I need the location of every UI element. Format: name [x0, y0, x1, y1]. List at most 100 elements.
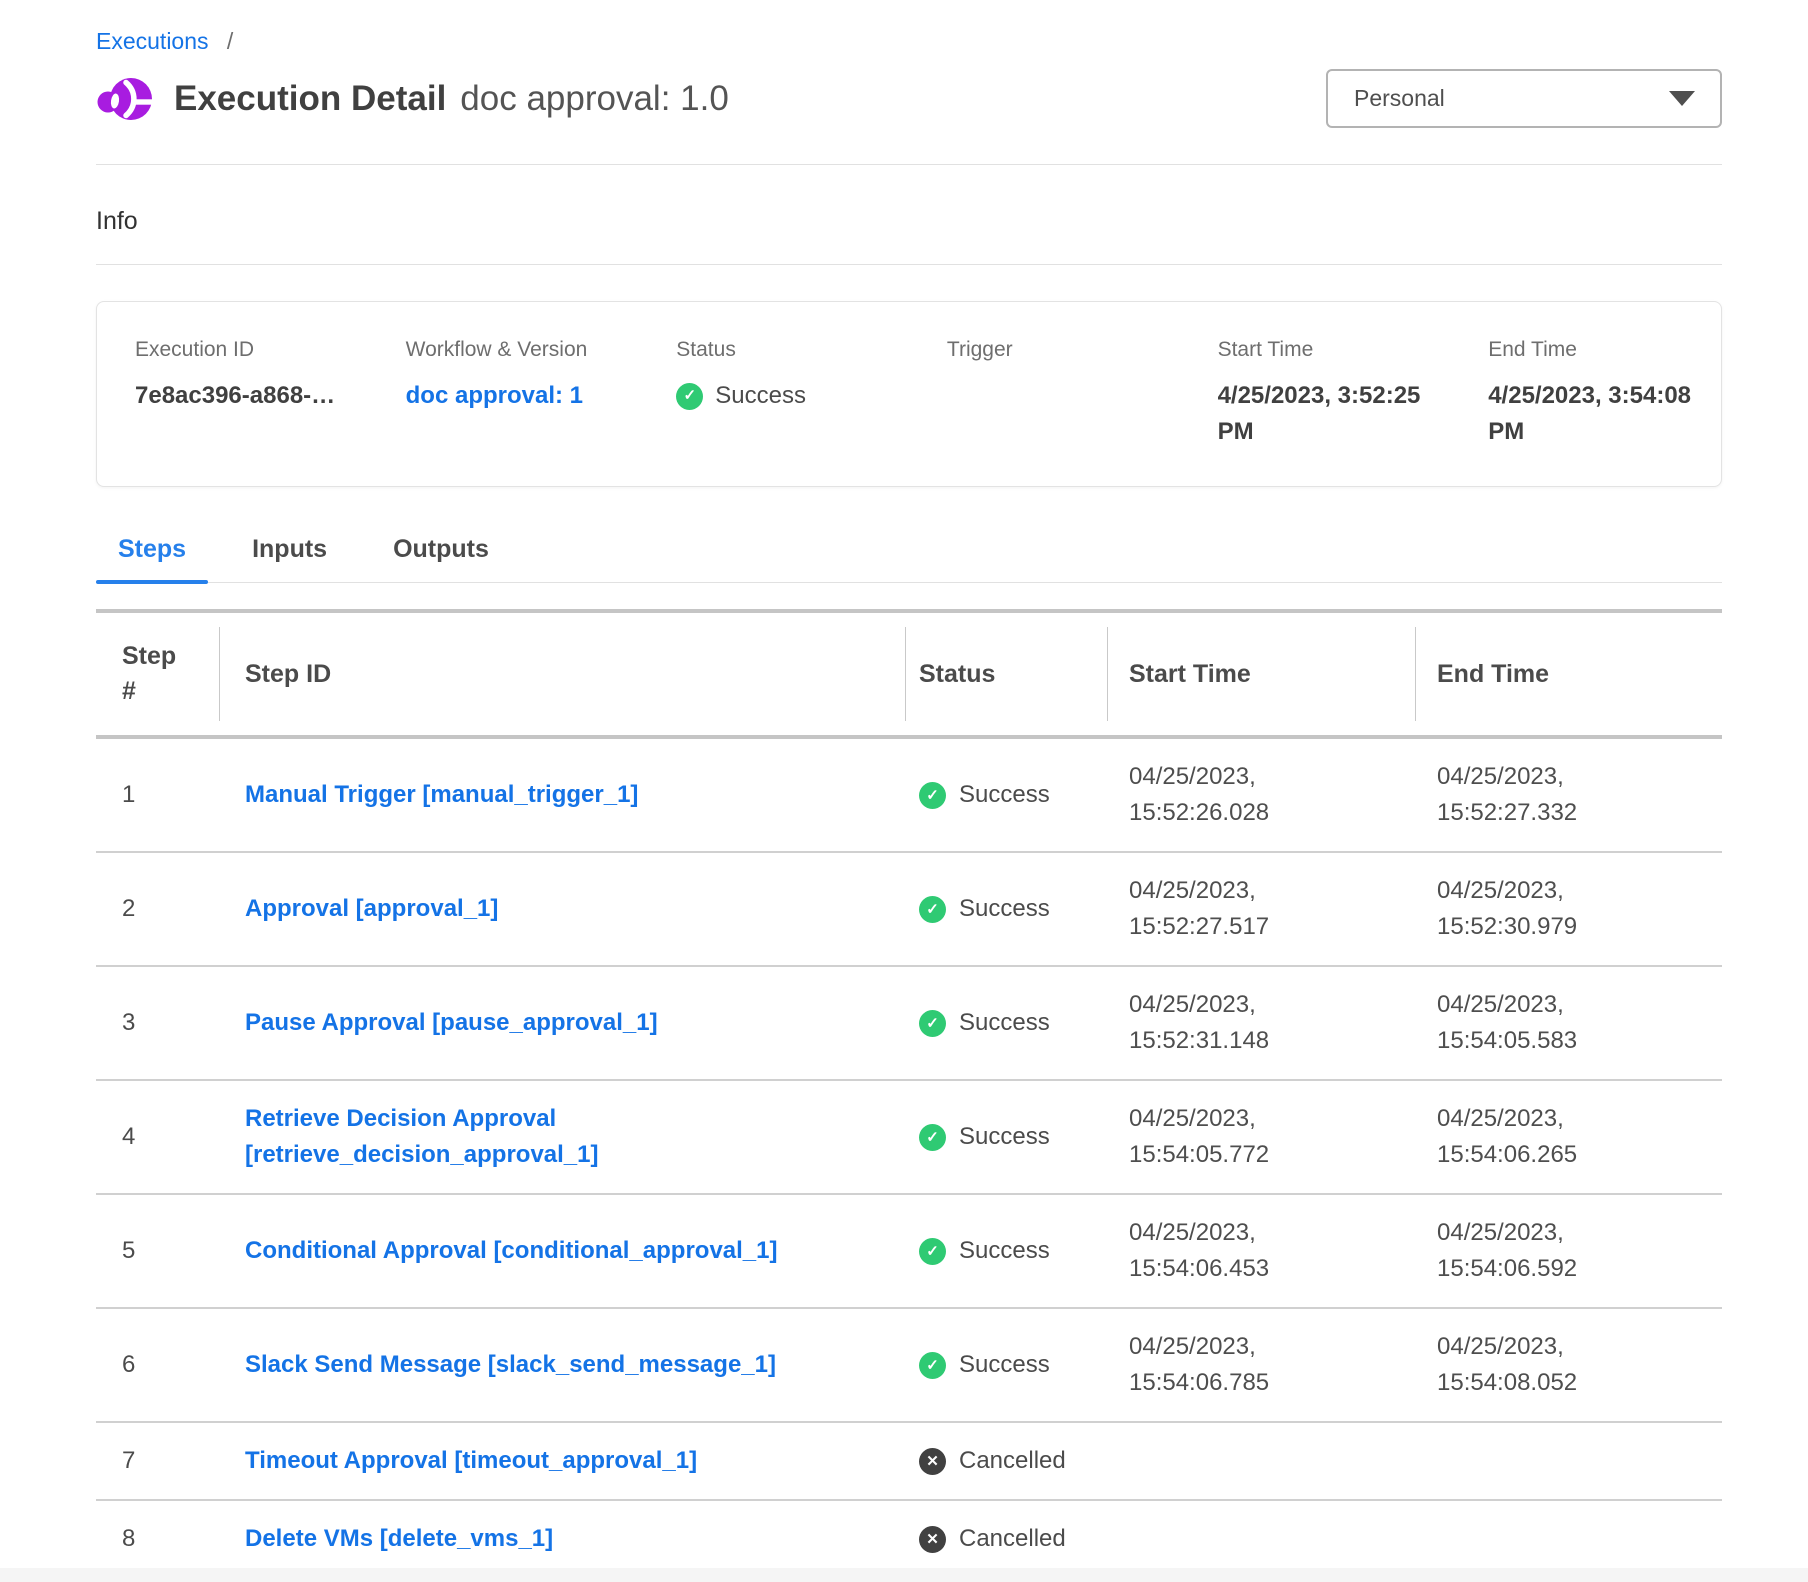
- table-row: 6 Slack Send Message [slack_send_message…: [96, 1309, 1722, 1423]
- step-id-cell: Retrieve Decision Approval [retrieve_dec…: [219, 1081, 905, 1193]
- status-label: Success: [959, 1009, 1050, 1037]
- step-end-time-cell: 04/25/2023, 15:54:06.265: [1415, 1081, 1722, 1193]
- start-time-value: 4/25/2023, 3:52:25 PM: [1218, 378, 1450, 450]
- step-status-cell: ✕ Cancelled: [905, 1427, 1107, 1495]
- success-icon: ✓: [919, 782, 946, 809]
- execution-detail-page: Executions / Execution Detail doc approv…: [0, 0, 1808, 1582]
- info-label: Execution ID: [135, 338, 368, 362]
- table-row: 2 Approval [approval_1] ✓ Success 04/25/…: [96, 853, 1722, 967]
- breadcrumb-executions-link[interactable]: Executions: [96, 28, 209, 54]
- info-field-execution-id: Execution ID 7e8ac396-a868-…: [97, 338, 368, 450]
- info-field-status: Status ✓ Success: [638, 338, 909, 450]
- column-header-start-time: Start Time: [1107, 613, 1415, 735]
- step-id-link[interactable]: Approval [approval_1]: [245, 891, 498, 927]
- table-row: 5 Conditional Approval [conditional_appr…: [96, 1195, 1722, 1309]
- workspace-dropdown[interactable]: Personal: [1326, 69, 1722, 128]
- table-row: 4 Retrieve Decision Approval [retrieve_d…: [96, 1081, 1722, 1195]
- step-id-link[interactable]: Pause Approval [pause_approval_1]: [245, 1005, 658, 1041]
- info-card: Execution ID 7e8ac396-a868-… Workflow & …: [96, 301, 1722, 487]
- step-id-link[interactable]: Slack Send Message [slack_send_message_1…: [245, 1347, 776, 1383]
- tab-inputs[interactable]: Inputs: [230, 535, 349, 582]
- status-label: Success: [959, 895, 1050, 923]
- execution-id-value: 7e8ac396-a868-…: [135, 378, 367, 414]
- step-id-link[interactable]: Conditional Approval [conditional_approv…: [245, 1233, 778, 1269]
- step-end-time-cell: [1415, 1441, 1722, 1481]
- info-field-trigger: Trigger: [909, 338, 1180, 450]
- step-id-link[interactable]: Retrieve Decision Approval [retrieve_dec…: [245, 1101, 865, 1173]
- step-number-cell: 8: [96, 1505, 219, 1573]
- execution-status: ✓ Success: [676, 378, 908, 414]
- table-row: 7 Timeout Approval [timeout_approval_1] …: [96, 1423, 1722, 1501]
- step-start-time-cell: 04/25/2023, 15:54:06.785: [1107, 1309, 1415, 1421]
- step-status-cell: ✓ Success: [905, 761, 1107, 829]
- step-id-link[interactable]: Delete VMs [delete_vms_1]: [245, 1521, 553, 1557]
- step-end-time-cell: 04/25/2023, 15:54:08.052: [1415, 1309, 1722, 1421]
- steps-table-header: Step # Step ID Status Start Time End Tim…: [96, 609, 1722, 739]
- step-end-time-cell: [1415, 1519, 1722, 1559]
- workflow-version-link[interactable]: doc approval: 1: [406, 378, 638, 414]
- column-header-status: Status: [905, 613, 1107, 735]
- step-start-time-cell: 04/25/2023, 15:54:06.453: [1107, 1195, 1415, 1307]
- status-label: Success: [959, 1237, 1050, 1265]
- breadcrumb-separator: /: [227, 28, 233, 54]
- tab-outputs[interactable]: Outputs: [371, 535, 511, 582]
- info-label: Status: [676, 338, 909, 362]
- step-start-time-cell: [1107, 1519, 1415, 1559]
- step-end-time-cell: 04/25/2023, 15:52:27.332: [1415, 739, 1722, 851]
- workflow-brand-icon: [96, 75, 154, 123]
- step-id-link[interactable]: Manual Trigger [manual_trigger_1]: [245, 777, 638, 813]
- info-field-start-time: Start Time 4/25/2023, 3:52:25 PM: [1180, 338, 1451, 450]
- bottom-strip: [0, 1568, 1808, 1582]
- step-id-link[interactable]: Timeout Approval [timeout_approval_1]: [245, 1443, 697, 1479]
- status-label: Success: [959, 1351, 1050, 1379]
- status-label: Cancelled: [959, 1447, 1066, 1475]
- step-start-time-cell: 04/25/2023, 15:52:26.028: [1107, 739, 1415, 851]
- info-label: End Time: [1488, 338, 1721, 362]
- step-number-cell: 4: [96, 1103, 219, 1171]
- success-icon: ✓: [919, 1352, 946, 1379]
- status-label: Cancelled: [959, 1525, 1066, 1553]
- end-time-value: 4/25/2023, 3:54:08 PM: [1488, 378, 1720, 450]
- step-start-time-cell: 04/25/2023, 15:52:27.517: [1107, 853, 1415, 965]
- steps-table-body: 1 Manual Trigger [manual_trigger_1] ✓ Su…: [96, 739, 1722, 1579]
- column-header-step-num: Step #: [96, 613, 219, 735]
- success-icon: ✓: [919, 1124, 946, 1151]
- step-status-cell: ✓ Success: [905, 875, 1107, 943]
- info-field-end-time: End Time 4/25/2023, 3:54:08 PM: [1450, 338, 1721, 450]
- step-id-cell: Slack Send Message [slack_send_message_1…: [219, 1327, 905, 1403]
- step-status-cell: ✕ Cancelled: [905, 1505, 1107, 1573]
- table-row: 3 Pause Approval [pause_approval_1] ✓ Su…: [96, 967, 1722, 1081]
- step-number-cell: 1: [96, 761, 219, 829]
- step-number-cell: 2: [96, 875, 219, 943]
- header-divider: [96, 164, 1722, 165]
- status-label: Success: [959, 1123, 1050, 1151]
- step-id-cell: Pause Approval [pause_approval_1]: [219, 985, 905, 1061]
- step-start-time-cell: [1107, 1441, 1415, 1481]
- step-number-cell: 3: [96, 989, 219, 1057]
- step-number-cell: 7: [96, 1427, 219, 1495]
- step-end-time-cell: 04/25/2023, 15:54:06.592: [1415, 1195, 1722, 1307]
- success-icon: ✓: [676, 383, 703, 410]
- tab-steps[interactable]: Steps: [96, 535, 208, 582]
- status-label: Success: [959, 781, 1050, 809]
- breadcrumb: Executions /: [96, 0, 1722, 55]
- cancelled-icon: ✕: [919, 1526, 946, 1553]
- step-start-time-cell: 04/25/2023, 15:52:31.148: [1107, 967, 1415, 1079]
- info-field-workflow-version: Workflow & Version doc approval: 1: [368, 338, 639, 450]
- step-id-cell: Manual Trigger [manual_trigger_1]: [219, 757, 905, 833]
- column-header-end-time: End Time: [1415, 613, 1722, 735]
- info-divider: [96, 264, 1722, 265]
- title-row: Execution Detail doc approval: 1.0 Perso…: [96, 69, 1722, 128]
- success-icon: ✓: [919, 1238, 946, 1265]
- info-label: Start Time: [1218, 338, 1451, 362]
- step-id-cell: Conditional Approval [conditional_approv…: [219, 1213, 905, 1289]
- step-id-cell: Approval [approval_1]: [219, 871, 905, 947]
- step-status-cell: ✓ Success: [905, 1103, 1107, 1171]
- step-status-cell: ✓ Success: [905, 989, 1107, 1057]
- step-end-time-cell: 04/25/2023, 15:52:30.979: [1415, 853, 1722, 965]
- step-number-cell: 5: [96, 1217, 219, 1285]
- step-number-cell: 6: [96, 1331, 219, 1399]
- title-group: Execution Detail doc approval: 1.0: [96, 75, 729, 123]
- info-label: Trigger: [947, 338, 1180, 362]
- success-icon: ✓: [919, 896, 946, 923]
